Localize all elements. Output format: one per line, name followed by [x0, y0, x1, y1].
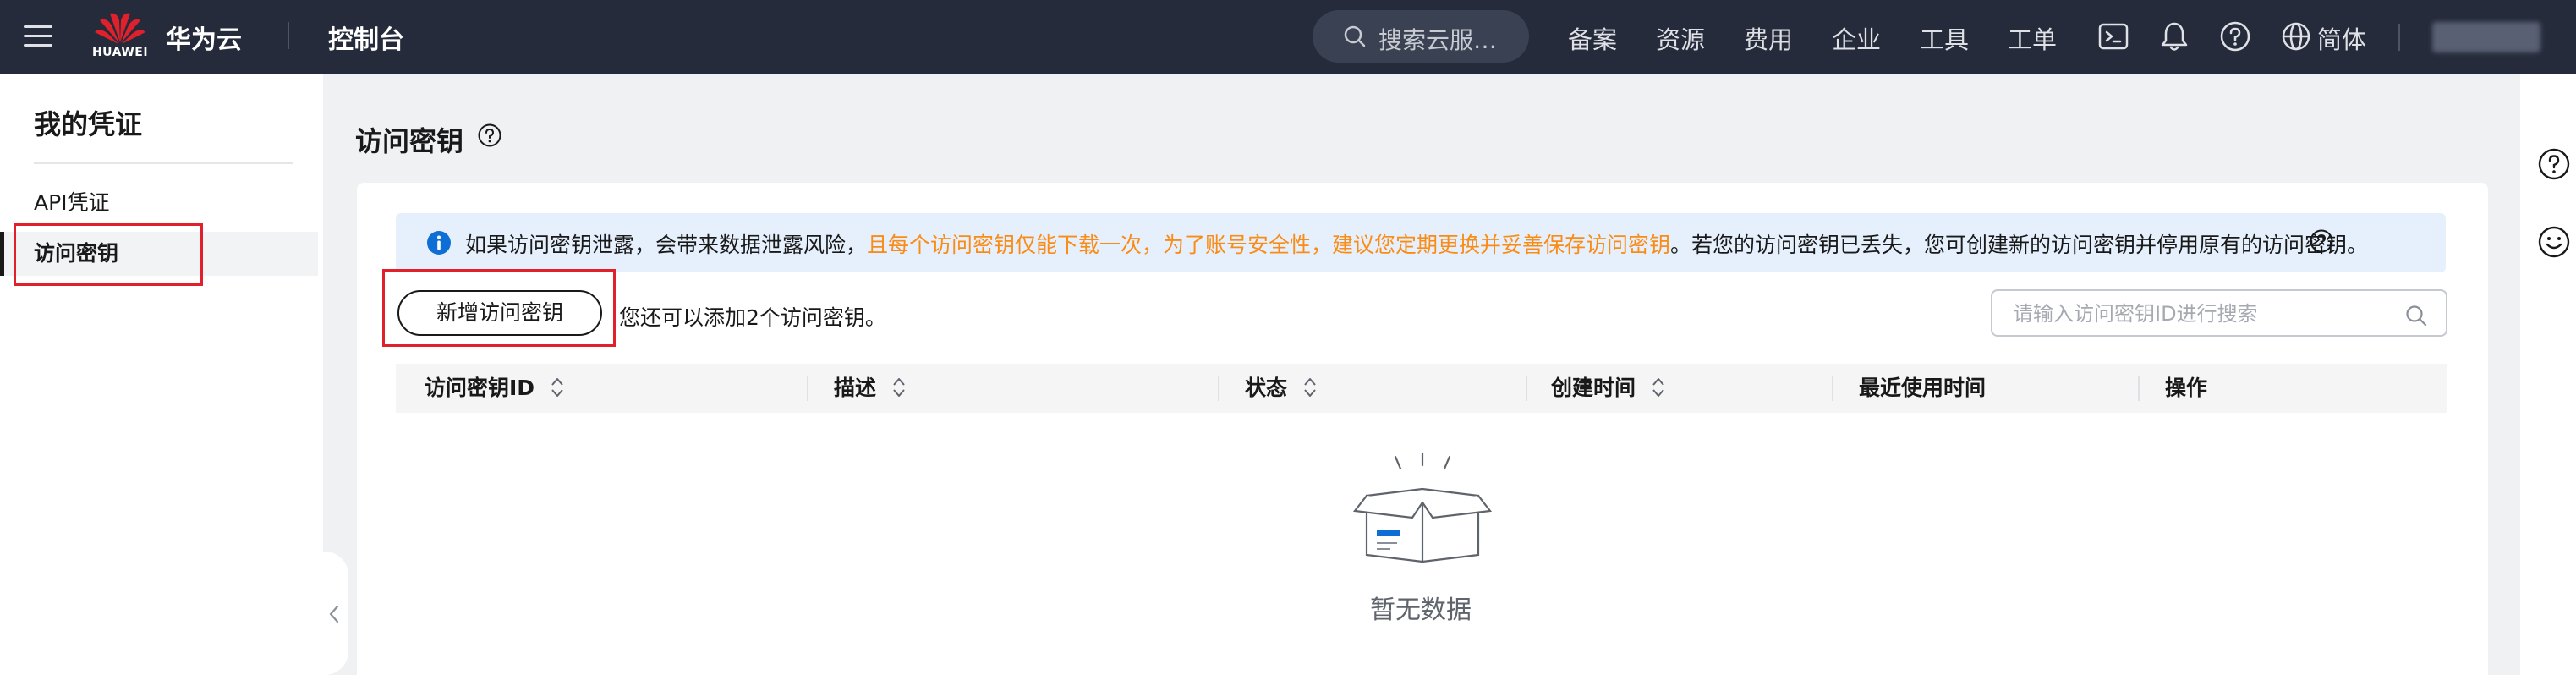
help-icon[interactable] [477, 123, 502, 148]
column-label: 最近使用时间 [1859, 376, 1987, 400]
sort-icon[interactable] [1650, 376, 1667, 399]
column-last-used-time: 最近使用时间 [1859, 364, 1986, 413]
user-account[interactable] [2432, 22, 2540, 52]
globe-icon[interactable] [2280, 20, 2312, 52]
column-divider [1832, 376, 1833, 401]
sidebar-collapse-button[interactable] [318, 552, 348, 675]
empty-state-text: 暂无数据 [1370, 595, 1472, 625]
help-icon[interactable] [2309, 228, 2334, 254]
column-status[interactable]: 状态 [1245, 364, 1318, 413]
column-actions: 操作 [2165, 364, 2207, 413]
sort-icon[interactable] [1302, 376, 1318, 399]
column-divider [2138, 376, 2140, 401]
remaining-keys-hint: 您还可以添加2个访问密钥。 [619, 305, 886, 330]
bell-icon[interactable] [2158, 20, 2190, 52]
nav-billing[interactable]: 费用 [1744, 20, 1793, 56]
access-key-search[interactable] [1991, 289, 2447, 337]
column-divider [1526, 376, 1527, 401]
column-access-key-id[interactable]: 访问密钥ID [425, 364, 566, 413]
access-key-search-input[interactable] [2013, 299, 2385, 328]
console-link[interactable]: 控制台 [328, 19, 404, 56]
highlight-box [382, 269, 616, 347]
alert-text: 如果访问密钥泄露，会带来数据泄露风险， [465, 233, 868, 257]
column-divider [1218, 376, 1219, 401]
column-label: 访问密钥ID [425, 376, 535, 400]
alert-message: 如果访问密钥泄露，会带来数据泄露风险，且每个访问密钥仅能下载一次，为了账号安全性… [465, 228, 2368, 259]
search-icon[interactable] [2405, 305, 2427, 327]
search-icon [1344, 25, 1366, 47]
column-label: 操作 [2165, 376, 2208, 400]
help-icon[interactable] [2219, 20, 2251, 52]
column-label: 描述 [834, 376, 877, 400]
column-created-time[interactable]: 创建时间 [1551, 364, 1667, 413]
nav-tickets[interactable]: 工单 [2008, 20, 2057, 56]
sort-icon[interactable] [549, 376, 566, 399]
security-alert: 如果访问密钥泄露，会带来数据泄露风险，且每个访问密钥仅能下载一次，为了账号安全性… [396, 213, 2446, 272]
nav-resources[interactable]: 资源 [1656, 20, 1705, 56]
sidebar-item-api-credentials[interactable]: API凭证 [0, 181, 318, 225]
global-search-placeholder: 搜索云服… [1378, 26, 1498, 54]
menu-icon[interactable] [24, 22, 52, 51]
right-tool-bar [2520, 74, 2576, 675]
column-divider [807, 376, 808, 401]
page-title: 访问密钥 [355, 125, 464, 157]
table-header: 访问密钥ID 描述 状态 创建时间 最近使用时间 操作 [396, 364, 2447, 413]
nav-tools[interactable]: 工具 [1920, 20, 1969, 56]
top-navigation-bar: HUAWEI 华为云 控制台 搜索云服… 备案 资源 费用 企业 工具 工单 简… [0, 0, 2576, 74]
highlight-box [14, 223, 203, 286]
sort-icon[interactable] [891, 376, 907, 399]
nav-filing[interactable]: 备案 [1568, 20, 1617, 56]
global-search[interactable]: 搜索云服… [1313, 10, 1529, 63]
sidebar-title: 我的凭证 [34, 108, 143, 140]
sidebar-item-label: API凭证 [34, 190, 110, 215]
alert-warning-text: 且每个访问密钥仅能下载一次，为了账号安全性，建议您定期更换并妥善保存访问密钥 [867, 233, 1671, 257]
language-switch[interactable]: 简体 [2317, 20, 2366, 56]
alert-text: 。若您的访问密钥已丢失，您可创建新的访问密钥并停用原有的访问密钥。 [1670, 233, 2369, 257]
feedback-smiley-icon[interactable] [2537, 225, 2571, 259]
brand-name[interactable]: 华为云 [166, 19, 242, 56]
column-label: 状态 [1245, 376, 1288, 400]
divider [2398, 24, 2400, 51]
terminal-icon[interactable] [2097, 20, 2129, 52]
column-label: 创建时间 [1551, 376, 1636, 400]
divider [34, 162, 293, 164]
nav-enterprise[interactable]: 企业 [1832, 20, 1881, 56]
help-icon[interactable] [2537, 147, 2571, 181]
column-description[interactable]: 描述 [834, 364, 907, 413]
empty-box-icon [1352, 452, 1493, 563]
divider [288, 22, 289, 49]
chevron-left-icon [329, 605, 339, 623]
sidebar: 我的凭证 API凭证 访问密钥 [0, 74, 323, 675]
info-icon [427, 231, 451, 255]
logo-text: HUAWEI [91, 46, 149, 59]
